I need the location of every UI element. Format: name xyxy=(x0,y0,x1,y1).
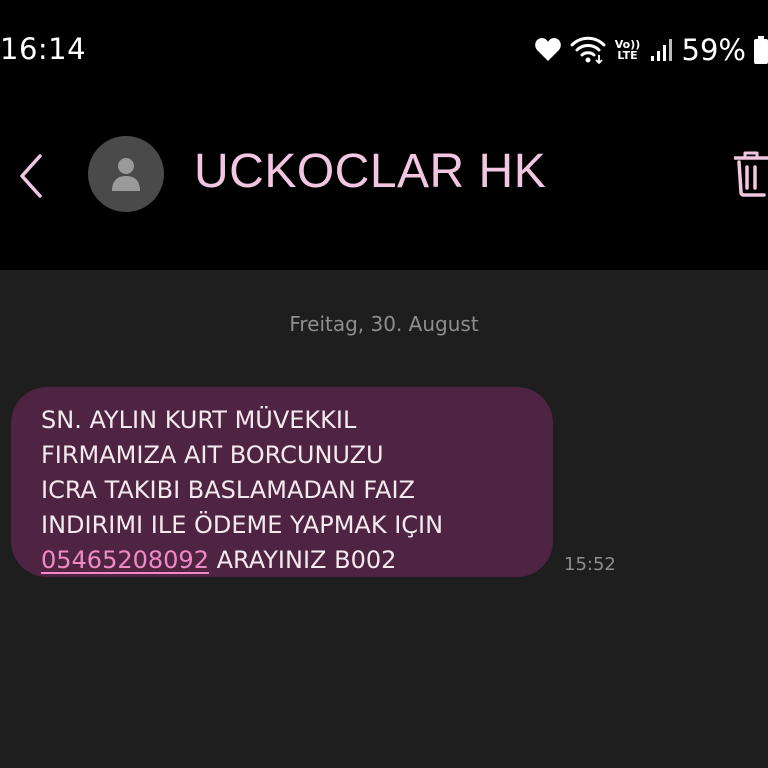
lte-label: LTE xyxy=(617,49,638,62)
phone-number-link[interactable]: 05465208092 xyxy=(41,546,209,574)
contact-name[interactable]: UCKOCLAR HK xyxy=(194,144,546,199)
battery-percent: 59% xyxy=(681,33,746,67)
message-line-last: 05465208092 ARAYINIZ B002 xyxy=(41,543,533,578)
status-bar: 16:14 Vo)) LTE 59% xyxy=(0,0,768,100)
conversation-header: UCKOCLAR HK xyxy=(0,100,768,270)
message-line: ICRA TAKIBI BASLAMADAN FAIZ xyxy=(41,476,415,504)
message-line: INDIRIMI ILE ÖDEME YAPMAK IÇIN xyxy=(41,511,444,539)
battery-icon xyxy=(754,36,768,64)
contact-avatar[interactable] xyxy=(88,136,164,212)
wifi-icon xyxy=(570,35,606,65)
volte-lte-icon: Vo)) LTE xyxy=(614,39,642,61)
status-icons: Vo)) LTE 59% xyxy=(534,30,768,70)
signal-icon xyxy=(650,38,672,62)
messages-screen: 16:14 Vo)) LTE 59% UCKOCLAR HK Freitag, … xyxy=(0,0,768,768)
avatar-person-icon xyxy=(112,158,140,191)
back-arrow-icon xyxy=(20,154,42,198)
date-divider: Freitag, 30. August xyxy=(289,312,479,336)
message-line: FIRMAMIZA AIT BORCUNUZU xyxy=(41,441,384,469)
message-line-suffix: ARAYINIZ B002 xyxy=(208,546,397,574)
heart-icon xyxy=(534,37,562,63)
status-time: 16:14 xyxy=(0,32,87,66)
message-line: SN. AYLIN KURT MÜVEKKIL xyxy=(41,406,357,434)
trash-icon xyxy=(734,151,768,197)
received-message-bubble[interactable]: SN. AYLIN KURT MÜVEKKIL FIRMAMIZA AIT BO… xyxy=(11,387,553,577)
delete-button[interactable] xyxy=(734,146,768,202)
message-timestamp: 15:52 xyxy=(564,554,616,575)
back-button[interactable] xyxy=(8,148,52,204)
conversation-area[interactable]: Freitag, 30. August SN. AYLIN KURT MÜVEK… xyxy=(0,270,768,768)
